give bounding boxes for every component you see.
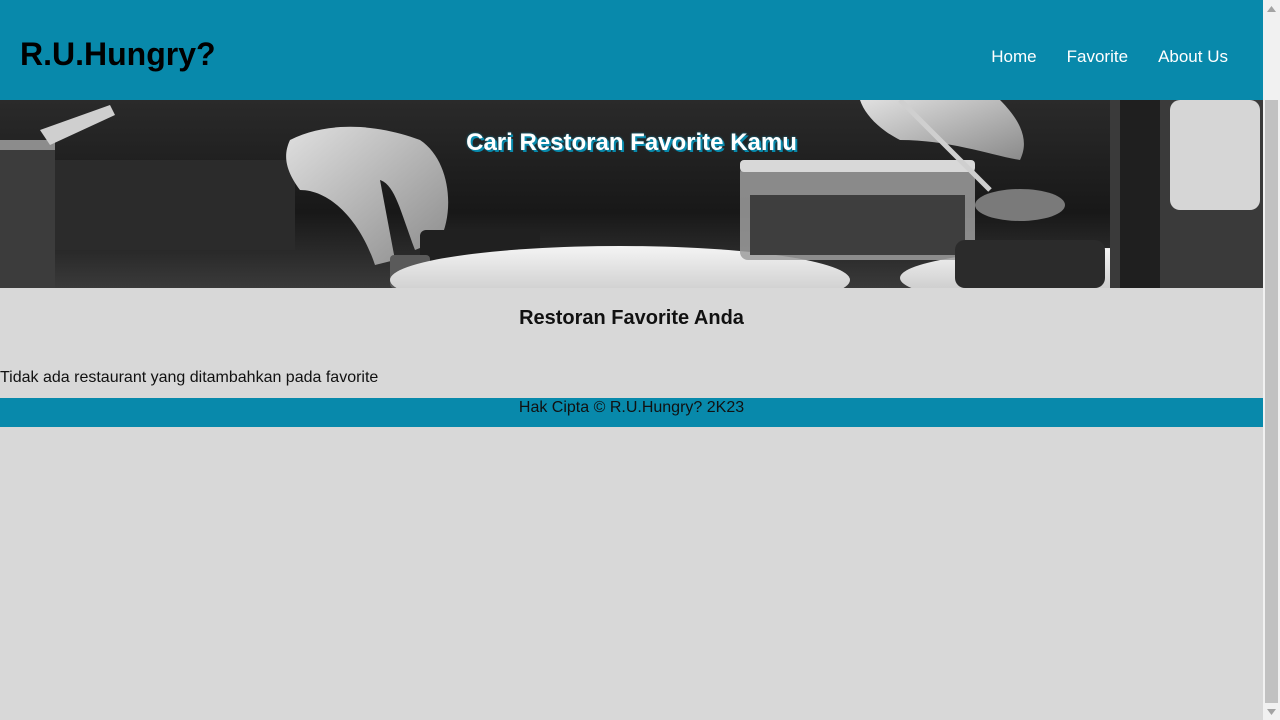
nav-about-us-link[interactable]: About Us <box>1143 46 1243 68</box>
hero-banner: Cari Restoran Favorite Kamu <box>0 100 1263 288</box>
hero-title: Cari Restoran Favorite Kamu <box>466 129 797 156</box>
page-footer: Hak Cipta © R.U.Hungry? 2K23 <box>0 398 1263 427</box>
empty-favorites-message: Tidak ada restaurant yang ditambahkan pa… <box>0 369 379 386</box>
main-nav: Home Favorite About Us <box>976 46 1243 68</box>
brand-logo-text[interactable]: R.U.Hungry? <box>20 35 216 73</box>
app-header: R.U.Hungry? Home Favorite About Us <box>0 0 1263 100</box>
scroll-up-icon[interactable] <box>1263 0 1280 17</box>
nav-home-link[interactable]: Home <box>976 46 1051 68</box>
page: R.U.Hungry? Home Favorite About Us Cari … <box>0 0 1263 720</box>
copyright-text: Hak Cipta © R.U.Hungry? 2K23 <box>518 399 745 416</box>
favorites-heading: Restoran Favorite Anda <box>519 307 744 329</box>
vertical-scrollbar[interactable] <box>1263 0 1280 720</box>
scroll-thumb[interactable] <box>1265 100 1278 703</box>
scroll-down-icon[interactable] <box>1263 703 1280 720</box>
nav-favorite-link[interactable]: Favorite <box>1052 46 1143 68</box>
